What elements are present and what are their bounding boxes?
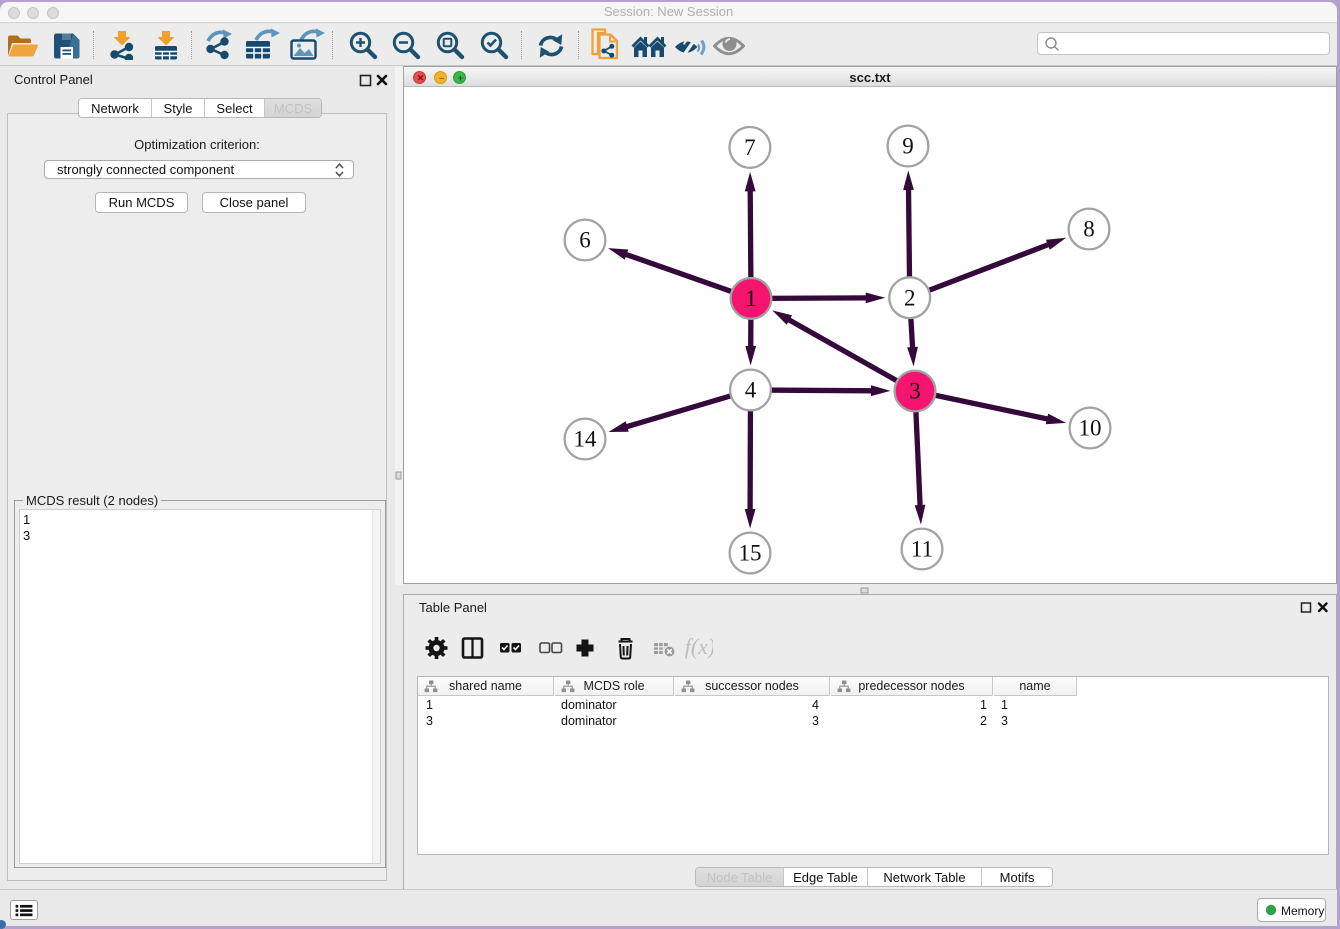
svg-text:8: 8: [1083, 217, 1095, 242]
svg-text:3: 3: [909, 379, 921, 404]
svg-text:15: 15: [739, 541, 762, 566]
svg-text:4: 4: [745, 378, 757, 403]
svg-text:14: 14: [574, 427, 598, 452]
svg-text:6: 6: [579, 228, 591, 253]
svg-text:2: 2: [904, 285, 916, 310]
svg-text:f(x): f(x): [685, 636, 713, 659]
svg-text:1: 1: [745, 286, 757, 311]
svg-text:11: 11: [911, 537, 933, 562]
svg-text:10: 10: [1079, 416, 1102, 441]
svg-text:9: 9: [902, 134, 914, 159]
svg-text:7: 7: [744, 135, 756, 160]
